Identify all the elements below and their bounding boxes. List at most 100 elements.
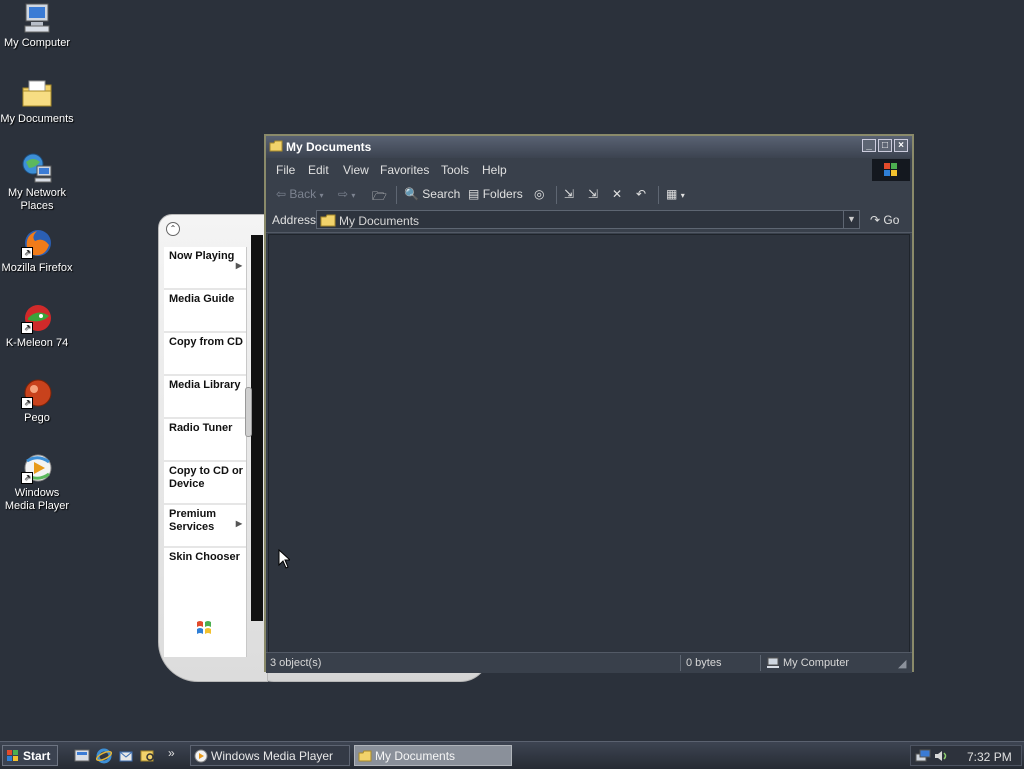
network-places-icon: [21, 152, 53, 184]
shortcut-arrow-icon: ↗: [21, 247, 33, 259]
close-button[interactable]: ×: [894, 139, 908, 152]
task-windows-media-player[interactable]: Windows Media Player: [190, 745, 350, 766]
desktop-icon-label: Mozilla Firefox: [1, 262, 73, 274]
search-icon: 🔍: [404, 187, 419, 201]
folders-icon: ▤: [468, 187, 480, 201]
toolbar-separator: [658, 186, 659, 204]
firefox-icon: ↗: [21, 227, 53, 259]
folder-up-icon: 🗁: [372, 189, 387, 203]
up-folder-button[interactable]: 🗁: [372, 187, 387, 208]
address-field[interactable]: My Documents ▼: [316, 210, 860, 229]
chevron-right-icon: ▶: [235, 519, 242, 528]
wmp-taskbar-scroll-handle[interactable]: [245, 387, 252, 437]
toolbar-separator: [556, 186, 557, 204]
copy-to-icon: ⇲: [588, 187, 599, 201]
wmp-item-copy-to-cd[interactable]: Copy to CD or Device: [164, 462, 246, 505]
file-list-pane[interactable]: [268, 234, 910, 654]
wmp-feature-taskbar: Now Playing ▶ Media Guide Copy from CD M…: [164, 247, 247, 657]
status-divider: [680, 655, 681, 671]
task-my-documents[interactable]: My Documents: [354, 745, 512, 766]
start-button[interactable]: Start: [2, 745, 58, 766]
title-bar[interactable]: My Documents _ □ ×: [266, 136, 912, 158]
volume-tray-icon[interactable]: [933, 748, 949, 767]
computer-icon: [766, 657, 780, 672]
chevron-down-icon: ▾: [319, 191, 324, 200]
windows-logo-icon: [7, 750, 19, 762]
computer-icon: [21, 2, 53, 34]
menu-edit[interactable]: Edit: [308, 163, 329, 177]
media-player-icon: ↗: [21, 452, 53, 484]
wmp-item-radio-tuner[interactable]: Radio Tuner: [164, 419, 246, 462]
desktop-icon-my-computer[interactable]: My Computer: [0, 2, 74, 50]
minimize-button[interactable]: _: [862, 139, 876, 152]
desktop-icon-my-network-places[interactable]: My Network Places: [0, 152, 74, 213]
undo-icon: ↶: [636, 187, 647, 201]
history-button[interactable]: ◎: [534, 187, 544, 201]
desktop-icon-my-documents[interactable]: My Documents: [0, 78, 74, 126]
address-bar: Address My Documents ▼ ↷ Go: [266, 208, 912, 233]
quicklaunch-overflow-button[interactable]: »: [168, 746, 175, 760]
taskbar: Start » Windows Media Player My Document…: [0, 741, 1024, 769]
delete-button[interactable]: ✕: [612, 187, 622, 201]
status-zone: My Computer: [783, 657, 850, 669]
go-arrow-icon: ↷: [870, 213, 881, 227]
desktop-icon-k-meleon[interactable]: ↗ K-Meleon 74: [0, 302, 74, 350]
desktop-icon-windows-media-player[interactable]: ↗ Windows Media Player: [0, 452, 74, 513]
desktop-icon-mozilla-firefox[interactable]: ↗ Mozilla Firefox: [0, 227, 74, 275]
history-icon: ◎: [534, 187, 545, 201]
wmp-item-skin-chooser[interactable]: Skin Chooser: [164, 548, 246, 589]
toolbar-separator: [396, 186, 397, 204]
wmp-video-area: [251, 235, 263, 621]
network-tray-icon[interactable]: [915, 748, 931, 767]
wmp-item-media-guide[interactable]: Media Guide: [164, 290, 246, 333]
menu-favorites[interactable]: Favorites: [380, 163, 429, 177]
chevron-down-icon: ▾: [351, 191, 356, 200]
menu-view[interactable]: View: [343, 163, 369, 177]
chevron-down-icon: ▾: [680, 191, 685, 200]
maximize-button[interactable]: □: [878, 139, 892, 152]
standard-toolbar: ⇦ Back ▾ ⇨ ▾ 🗁 🔍 Search ▤ Folders ◎ ⇲ ⇲ …: [266, 182, 912, 209]
desktop-icon-label: K-Meleon 74: [5, 337, 69, 349]
show-desktop-icon[interactable]: [74, 748, 90, 764]
wmp-item-media-library[interactable]: Media Library: [164, 376, 246, 419]
search-folder-icon[interactable]: [140, 748, 156, 764]
clock[interactable]: 7:32 PM: [967, 750, 1012, 764]
back-button[interactable]: ⇦ Back ▾: [276, 187, 323, 201]
wmp-item-copy-from-cd[interactable]: Copy from CD: [164, 333, 246, 376]
go-button[interactable]: ↷ Go: [870, 213, 899, 227]
resize-grip-icon[interactable]: ◢: [898, 657, 906, 670]
folder-icon: [269, 139, 283, 153]
move-to-button[interactable]: ⇲: [564, 187, 574, 201]
window-title: My Documents: [286, 140, 372, 154]
menu-file[interactable]: File: [276, 163, 295, 177]
folders-button[interactable]: ▤ Folders: [468, 187, 523, 201]
k-meleon-icon: ↗: [21, 302, 53, 334]
internet-explorer-icon[interactable]: [95, 748, 113, 764]
wmp-item-now-playing[interactable]: Now Playing ▶: [164, 247, 246, 290]
views-icon: ▦: [666, 187, 678, 201]
wmp-window[interactable]: ⌃ Now Playing ▶ Media Guide Copy from CD…: [158, 214, 268, 682]
forward-button[interactable]: ⇨ ▾: [338, 187, 355, 201]
status-divider: [760, 655, 761, 671]
shortcut-arrow-icon: ↗: [21, 322, 33, 334]
back-arrow-icon: ⇦: [276, 187, 287, 201]
desktop-icon-label: My Network Places: [7, 187, 67, 212]
undo-button[interactable]: ↶: [636, 187, 646, 201]
views-button[interactable]: ▦ ▾: [666, 187, 685, 201]
address-dropdown-button[interactable]: ▼: [843, 211, 859, 228]
menu-help[interactable]: Help: [482, 163, 507, 177]
outlook-express-icon[interactable]: [118, 748, 134, 764]
menu-tools[interactable]: Tools: [441, 163, 469, 177]
move-to-icon: ⇲: [564, 187, 575, 201]
explorer-window[interactable]: My Documents _ □ × File Edit View Favori…: [264, 134, 914, 673]
chevron-right-icon: ▶: [235, 261, 242, 270]
wmp-item-premium-services[interactable]: Premium Services ▶: [164, 505, 246, 548]
system-tray: 7:32 PM: [910, 745, 1022, 766]
copy-to-button[interactable]: ⇲: [588, 187, 598, 201]
desktop-icon-pego[interactable]: ↗ Pego: [0, 377, 74, 425]
taskbar-toggle-icon[interactable]: ⌃: [166, 222, 180, 236]
desktop-icon-label: Pego: [24, 412, 50, 424]
search-button[interactable]: 🔍 Search: [404, 187, 460, 201]
delete-icon: ✕: [612, 187, 623, 201]
mouse-cursor-icon: [278, 548, 292, 572]
